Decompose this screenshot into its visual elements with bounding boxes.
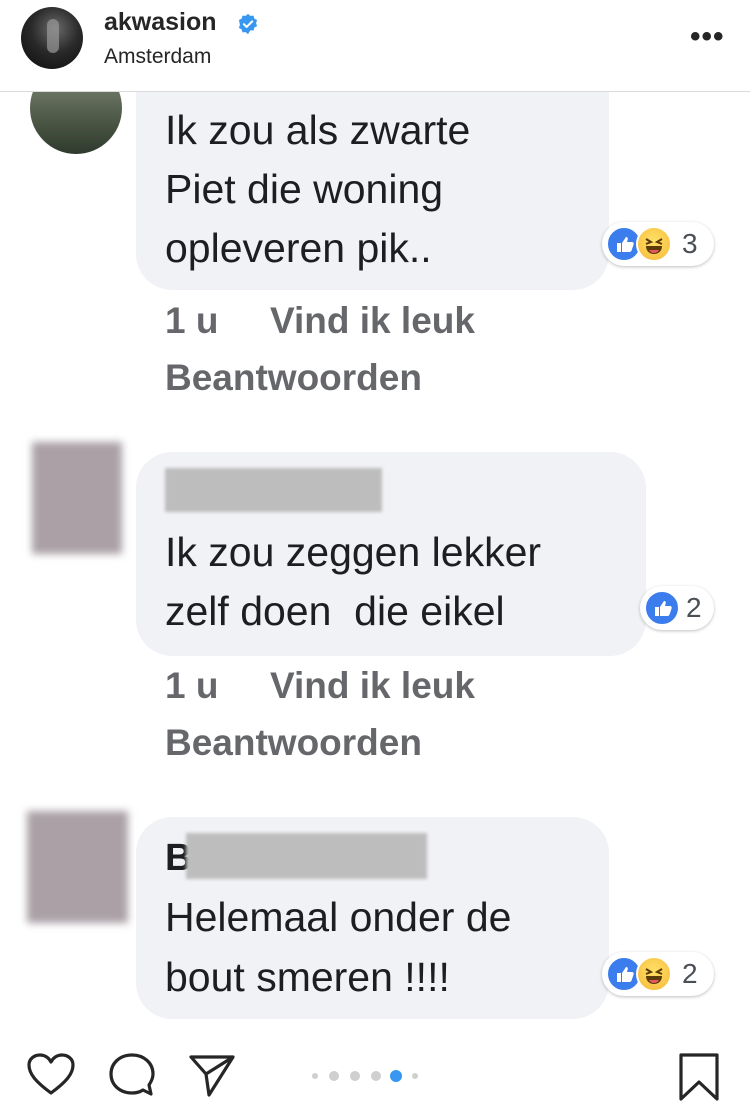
carousel-dot bbox=[350, 1071, 360, 1081]
reply-link[interactable]: Beantwoorden bbox=[165, 722, 422, 764]
share-icon[interactable] bbox=[187, 1052, 237, 1098]
verified-badge-icon bbox=[238, 13, 258, 35]
reactions-badge: 3 bbox=[602, 222, 714, 266]
location-link[interactable]: Amsterdam bbox=[104, 45, 211, 69]
bookmark-icon[interactable] bbox=[677, 1052, 721, 1102]
commenter-name bbox=[165, 468, 382, 512]
carousel-dot-active bbox=[390, 1070, 402, 1082]
comment-line: Helemaal onder de bbox=[165, 894, 512, 940]
carousel-dot bbox=[329, 1071, 339, 1081]
post-header: akwasion Amsterdam ••• bbox=[0, 0, 750, 92]
like-comment-link[interactable]: Vind ik leuk bbox=[270, 300, 475, 342]
haha-reaction-icon bbox=[636, 226, 672, 262]
reactions-badge: 2 bbox=[640, 586, 714, 630]
comment-time: 1 u bbox=[165, 300, 219, 341]
like-comment-link[interactable]: Vind ik leuk bbox=[270, 665, 475, 707]
haha-reaction-icon bbox=[636, 956, 672, 992]
comment-avatar bbox=[30, 92, 122, 154]
like-reaction-icon bbox=[644, 590, 680, 626]
username[interactable]: akwasion bbox=[104, 8, 217, 37]
reactions-badge: 2 bbox=[602, 952, 714, 996]
reaction-count: 3 bbox=[682, 228, 698, 259]
comment-line: Ik zou als zwarte bbox=[165, 107, 471, 153]
carousel-dot bbox=[312, 1073, 318, 1079]
comment-line: Ik zou zeggen lekker bbox=[165, 529, 542, 575]
reaction-count: 2 bbox=[686, 592, 702, 623]
carousel-dot bbox=[371, 1071, 381, 1081]
commenter-name bbox=[186, 833, 427, 879]
reaction-count: 2 bbox=[682, 958, 698, 989]
comment-avatar bbox=[32, 442, 122, 554]
comment-icon[interactable] bbox=[107, 1052, 157, 1098]
comment-time: 1 u bbox=[165, 665, 219, 706]
comment-line: Piet die woning bbox=[165, 166, 444, 212]
post-image[interactable]: Ik zou als zwarte Piet die woning opleve… bbox=[0, 92, 750, 1034]
heart-icon[interactable] bbox=[26, 1052, 76, 1096]
carousel-dot bbox=[412, 1073, 418, 1079]
profile-avatar[interactable] bbox=[21, 7, 83, 69]
comment-line: bout smeren !!!! bbox=[165, 954, 450, 1000]
reply-link[interactable]: Beantwoorden bbox=[165, 357, 422, 399]
comment-line: opleveren pik.. bbox=[165, 225, 432, 271]
comment-avatar bbox=[27, 811, 128, 923]
more-options-icon[interactable]: ••• bbox=[690, 22, 724, 52]
comment-line: zelf doen die eikel bbox=[165, 588, 505, 634]
